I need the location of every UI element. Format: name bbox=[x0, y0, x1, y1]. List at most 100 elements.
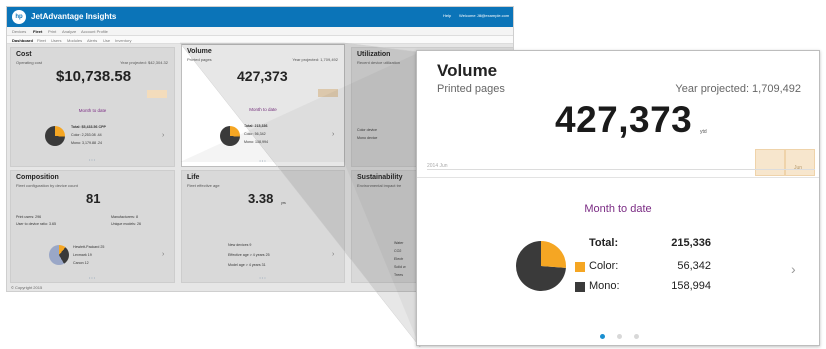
composition-legend-lexmark: Lexmark 19 bbox=[73, 253, 92, 257]
volume-mono: Mono: 158,994 bbox=[244, 140, 268, 144]
volume-trend-axis-start: 2014 Jun bbox=[427, 163, 448, 169]
mono-legend-swatch bbox=[575, 282, 585, 292]
nav-tab-print[interactable]: Print bbox=[48, 29, 56, 34]
volume-mtd-label: Month to date bbox=[249, 107, 277, 112]
composition-subtitle: Fleet configuration by device count bbox=[16, 183, 78, 188]
composition-tile[interactable]: Composition Fleet configuration by devic… bbox=[10, 170, 175, 283]
subtab-alerts[interactable]: Alerts bbox=[87, 38, 97, 43]
nav-tab-devices[interactable]: Devices bbox=[12, 29, 26, 34]
carousel-dot-2[interactable] bbox=[617, 334, 622, 339]
volume-title: Volume bbox=[187, 48, 212, 55]
utilization-subtitle: Recent device utilization bbox=[357, 60, 401, 65]
composition-title: Composition bbox=[16, 174, 59, 181]
cost-mtd-label: Month to date bbox=[78, 108, 107, 113]
nav-tab-analyze[interactable]: Analyze bbox=[62, 29, 76, 34]
nav-tab-account-profile[interactable]: Account Profile bbox=[81, 29, 108, 34]
volume-zoom-projected: Year projected: 1,709,492 bbox=[675, 83, 801, 95]
sustainability-co2: CO2 bbox=[394, 249, 402, 253]
composition-models: Unique models: 26 bbox=[111, 222, 141, 226]
cost-value: $10,738.58 bbox=[56, 68, 132, 85]
cost-color: Color: 2,253.08 .44 bbox=[71, 133, 102, 137]
pie-slice-color bbox=[541, 241, 566, 268]
volume-zoom-panel[interactable]: Volume Printed pages Year projected: 1,7… bbox=[416, 50, 820, 346]
life-next-icon[interactable]: › bbox=[332, 251, 334, 258]
cost-mono: Mono: 3,179.88 .24 bbox=[71, 141, 102, 145]
subtab-fleet[interactable]: Fleet bbox=[37, 38, 46, 43]
volume-zoom-title: Volume bbox=[437, 61, 498, 80]
life-unit: yrs bbox=[281, 201, 286, 205]
composition-manufacturers: Manufacturers: 8 bbox=[111, 215, 138, 219]
sustainability-trees: Trees bbox=[394, 273, 404, 277]
cost-bar bbox=[147, 90, 167, 98]
composition-next-icon[interactable]: › bbox=[162, 251, 164, 258]
copyright: © Copyright 2015 bbox=[11, 285, 43, 290]
sustainability-electricity: Electr bbox=[394, 257, 404, 261]
life-pager[interactable]: ••• bbox=[182, 275, 344, 280]
composition-pager[interactable]: ••• bbox=[11, 275, 174, 280]
composition-print-users: Print users: 296 bbox=[16, 215, 42, 219]
volume-subtitle: Printed pages bbox=[187, 57, 212, 62]
volume-zoom-total-label: Total: bbox=[589, 237, 619, 249]
life-new-devices: New devices 9 bbox=[228, 243, 252, 247]
utilization-title: Utilization bbox=[357, 51, 391, 58]
volume-pager[interactable]: ••• bbox=[182, 158, 344, 163]
cost-pie-chart bbox=[45, 126, 65, 146]
utilization-color-device: Color device bbox=[357, 128, 377, 132]
cost-total: Total: $5,433.56 CPP bbox=[71, 125, 106, 129]
sustainability-water: Water bbox=[394, 241, 404, 245]
user-menu[interactable]: Welcome Jill@example.com bbox=[459, 13, 509, 18]
sustainability-solid-waste: Solid w bbox=[394, 265, 406, 269]
hp-logo: hp bbox=[12, 10, 26, 24]
volume-pie-chart bbox=[220, 126, 240, 146]
volume-zoom-value: 427,373 bbox=[555, 99, 693, 140]
volume-zoom-pie-chart bbox=[516, 241, 566, 291]
sustainability-subtitle: Environmental impact tre bbox=[357, 183, 402, 188]
volume-total: Total: 215,336 bbox=[244, 124, 268, 128]
nav-tab-fleet[interactable]: Fleet bbox=[33, 29, 42, 34]
volume-tile[interactable]: Volume Printed pages Year projected: 1,7… bbox=[181, 44, 345, 167]
volume-color: Color: 56,342 bbox=[244, 132, 266, 136]
subtab-use[interactable]: Use bbox=[103, 38, 110, 43]
sub-nav: Dashboard Fleet Users Modules Alerts Use… bbox=[7, 36, 513, 44]
main-nav: Devices Fleet Print Analyze Account Prof… bbox=[7, 27, 513, 36]
color-legend-swatch bbox=[575, 262, 585, 272]
subtab-users[interactable]: Users bbox=[51, 38, 61, 43]
volume-trend-axis-end: Jun bbox=[794, 165, 803, 171]
composition-ratio: User to device ratio: 3.65 bbox=[16, 222, 56, 226]
app-header: hp JetAdvantage Insights Help Welcome Ji… bbox=[7, 7, 513, 27]
volume-zoom-color-value: 56,342 bbox=[677, 260, 711, 272]
utilization-mono-device: Mono device bbox=[357, 136, 378, 140]
chevron-right-icon[interactable]: › bbox=[791, 261, 796, 277]
help-link[interactable]: Help bbox=[443, 13, 451, 18]
cost-pager[interactable]: ••• bbox=[11, 157, 174, 162]
volume-bar bbox=[318, 89, 338, 97]
life-subtitle: Fleet effective age bbox=[187, 183, 220, 188]
volume-zoom-total-value: 215,336 bbox=[671, 237, 711, 249]
subtab-dashboard[interactable]: Dashboard bbox=[12, 38, 33, 43]
subtab-modules[interactable]: Modules bbox=[67, 38, 82, 43]
cost-next-icon[interactable]: › bbox=[162, 132, 164, 139]
cost-projected: Year projected: $42,304.32 bbox=[120, 60, 168, 65]
volume-projected: Year projected: 1,709,492 bbox=[292, 57, 338, 62]
life-effective-age: Effective age > 4 years 25 bbox=[228, 253, 270, 257]
subtab-inventory[interactable]: Inventory bbox=[115, 38, 131, 43]
volume-trend-bar-2 bbox=[785, 149, 815, 176]
life-title: Life bbox=[187, 174, 200, 181]
life-value: 3.38 bbox=[248, 191, 274, 206]
composition-legend-canon: Canon 12 bbox=[73, 261, 89, 265]
life-tile[interactable]: Life Fleet effective age 3.38 yrs New de… bbox=[181, 170, 345, 283]
carousel-dot-3[interactable] bbox=[634, 334, 639, 339]
volume-zoom-value-unit: ytd bbox=[700, 129, 707, 135]
volume-zoom-mono-value: 158,994 bbox=[671, 280, 711, 292]
volume-zoom-divider bbox=[417, 177, 819, 178]
composition-legend-hp: Hewlett-Packard 25 bbox=[73, 245, 105, 249]
volume-zoom-mono-label: Mono: bbox=[589, 280, 620, 292]
cost-subtitle: Operating cost bbox=[16, 60, 43, 65]
carousel-dot-1[interactable] bbox=[600, 334, 605, 339]
life-model-age: Model age > 4 years 31 bbox=[228, 263, 266, 267]
composition-pie-chart bbox=[49, 245, 69, 265]
volume-next-icon[interactable]: › bbox=[332, 131, 334, 138]
sustainability-title: Sustainability bbox=[357, 174, 403, 181]
cost-tile[interactable]: Cost Operating cost Year projected: $42,… bbox=[10, 47, 175, 167]
volume-zoom-color-label: Color: bbox=[589, 260, 619, 272]
